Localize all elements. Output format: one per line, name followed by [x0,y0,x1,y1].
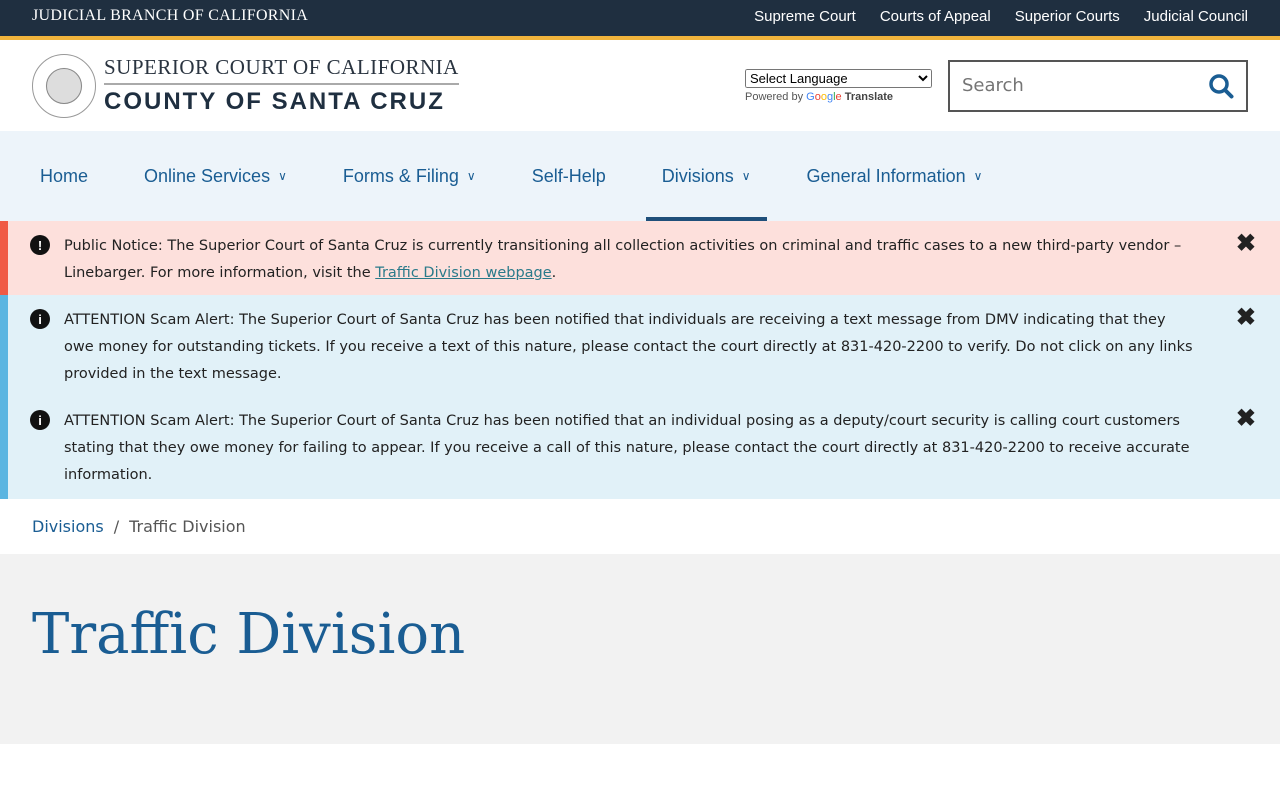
link-courts-of-appeal[interactable]: Courts of Appeal [880,8,991,25]
site-header: SUPERIOR COURT OF CALIFORNIA COUNTY OF S… [0,40,1280,131]
close-icon[interactable]: ✖ [1236,407,1256,489]
nav-online-services[interactable]: Online Services ∨ [128,131,303,221]
close-icon[interactable]: ✖ [1236,306,1256,388]
chevron-down-icon: ∨ [278,169,287,183]
public-notice-alert: ! Public Notice: The Superior Court of S… [0,221,1280,295]
court-seal-icon [32,53,96,118]
nav-divisions[interactable]: Divisions ∨ [645,131,767,221]
language-select[interactable]: Select Language [745,68,932,88]
alert-text: ATTENTION Scam Alert: The Superior Court… [64,312,1193,382]
powered-by-label: Powered by [745,90,804,103]
link-supreme-court[interactable]: Supreme Court [754,8,856,25]
page-title: Traffic Division [32,602,466,667]
scam-alert-call: i ATTENTION Scam Alert: The Superior Cou… [8,398,1280,499]
breadcrumb-current: Traffic Division [129,517,246,536]
page-hero: Traffic Division [0,554,1280,744]
judicial-branch-brand: JUDICIAL BRANCH OF CALIFORNIA [32,7,309,24]
chevron-down-icon: ∨ [466,169,476,183]
nav-general-information[interactable]: General Information ∨ [791,131,999,221]
close-icon[interactable]: ✖ [1236,232,1256,283]
logo-line1: SUPERIOR COURT OF CALIFORNIA [104,55,459,85]
chevron-down-icon: ∨ [741,169,751,183]
breadcrumb: Divisions / Traffic Division [0,499,1280,554]
alert-text: Public Notice: The Superior Court of San… [64,238,1182,281]
chevron-down-icon: ∨ [973,169,983,183]
link-superior-courts[interactable]: Superior Courts [1015,8,1120,25]
translate-label: Translate [844,90,894,103]
nav-self-help[interactable]: Self-Help [516,131,622,221]
traffic-division-link[interactable]: Traffic Division webpage [375,265,551,281]
nav-home[interactable]: Home [24,131,104,221]
court-logo[interactable]: SUPERIOR COURT OF CALIFORNIA COUNTY OF S… [32,53,459,118]
info-icon: i [30,309,50,329]
search-icon[interactable] [1208,73,1234,99]
google-translate: Select Language Powered by Google Transl… [745,68,932,103]
top-bar: JUDICIAL BRANCH OF CALIFORNIA Supreme Co… [0,0,1280,40]
scam-alert-text: i ATTENTION Scam Alert: The Superior Cou… [8,295,1280,398]
nav-forms-filing[interactable]: Forms & Filing ∨ [327,131,492,221]
info-icon: i [30,410,50,430]
link-judicial-council[interactable]: Judicial Council [1144,8,1248,25]
breadcrumb-separator: / [113,517,120,536]
main-nav: Home Online Services ∨ Forms & Filing ∨ Se… [0,131,1280,221]
google-logo: Google [806,90,842,103]
breadcrumb-divisions[interactable]: Divisions [32,517,104,536]
search-input[interactable] [962,75,1182,96]
logo-line2: COUNTY OF SANTA CRUZ [104,88,445,115]
search-box [948,59,1248,112]
top-links: Supreme Court Courts of Appeal Superior … [754,8,1248,25]
exclamation-icon: ! [30,235,50,255]
alert-text: ATTENTION Scam Alert: The Superior Court… [64,413,1190,483]
